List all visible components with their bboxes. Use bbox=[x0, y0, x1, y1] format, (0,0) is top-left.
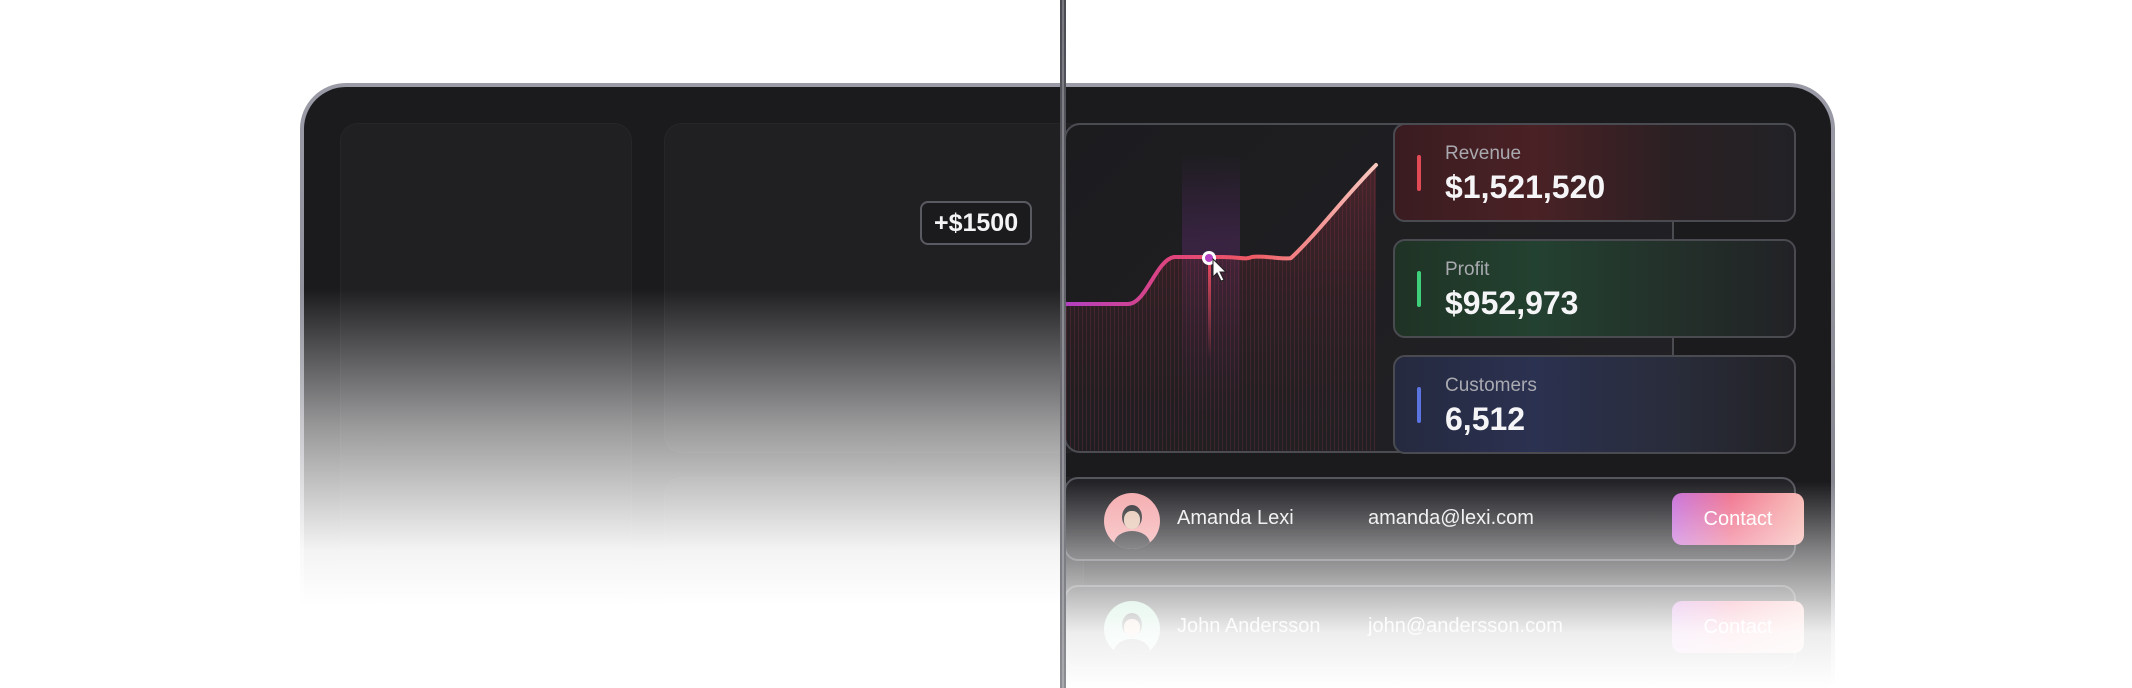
contact-button[interactable]: Contact bbox=[1672, 601, 1804, 653]
contact-button[interactable]: Contact bbox=[1672, 493, 1804, 545]
chart-marker-inner bbox=[1205, 254, 1213, 262]
avatar bbox=[1104, 493, 1160, 549]
customers-value: 6,512 bbox=[1445, 401, 1526, 437]
contact-name: Amanda Lexi bbox=[1177, 507, 1294, 529]
device-frame: Revenue $1,521,520 Profit $952,973 Custo… bbox=[300, 83, 1835, 688]
contact-email[interactable]: john@andersson.com bbox=[1368, 615, 1563, 638]
customers-card[interactable]: Customers 6,512 bbox=[1393, 355, 1796, 454]
hover-drop-line bbox=[1208, 259, 1211, 359]
profit-indicator bbox=[1417, 271, 1421, 307]
contact-row[interactable]: Amanda Lexi amanda@lexi.com Contact bbox=[1064, 477, 1804, 561]
revenue-indicator bbox=[1417, 155, 1421, 191]
revenue-label: Revenue bbox=[1445, 143, 1522, 164]
chart-tooltip: +$1500 bbox=[920, 201, 1033, 245]
avatar bbox=[1104, 601, 1160, 657]
profit-value: $952,973 bbox=[1445, 285, 1579, 321]
customers-indicator bbox=[1417, 387, 1421, 423]
content-panel bbox=[664, 123, 1084, 453]
revenue-value: $1,521,520 bbox=[1445, 169, 1606, 205]
revenue-card[interactable]: Revenue $1,521,520 bbox=[1393, 123, 1796, 222]
dashboard-screen: Revenue $1,521,520 Profit $952,973 Custo… bbox=[304, 87, 1831, 688]
customers-label: Customers bbox=[1445, 375, 1537, 396]
profit-label: Profit bbox=[1445, 259, 1490, 280]
sidebar-panel bbox=[340, 123, 632, 603]
profit-card[interactable]: Profit $952,973 bbox=[1393, 239, 1796, 338]
contact-row[interactable]: John Andersson john@andersson.com Contac… bbox=[1064, 585, 1804, 669]
secondary-panel bbox=[664, 477, 1084, 627]
contact-email[interactable]: amanda@lexi.com bbox=[1368, 507, 1534, 530]
comparison-divider[interactable] bbox=[1060, 0, 1066, 688]
contact-name: John Andersson bbox=[1177, 615, 1321, 637]
